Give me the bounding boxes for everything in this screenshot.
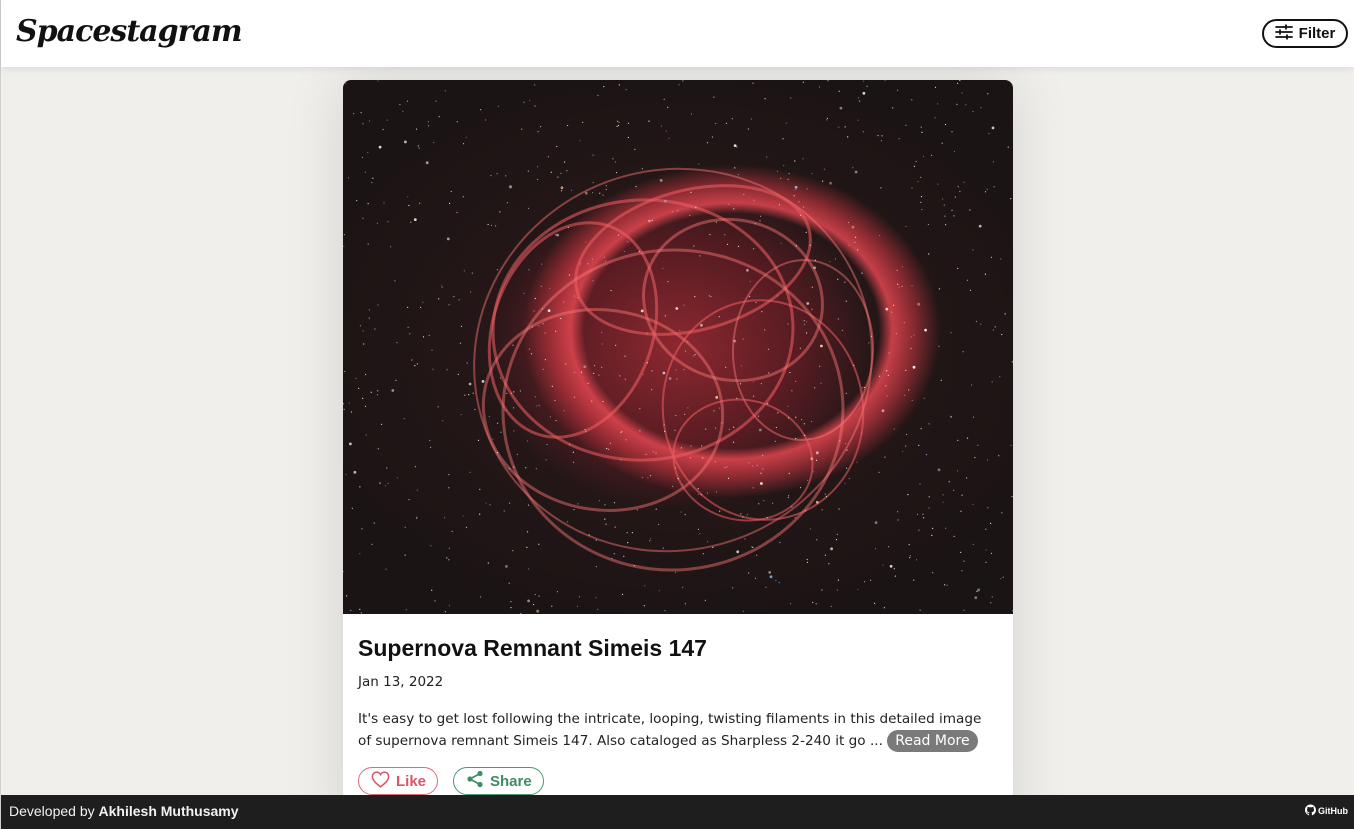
github-icon [1305, 804, 1316, 818]
nebula-art [343, 80, 1013, 614]
share-button[interactable]: Share [453, 767, 544, 795]
app-header: Spacestagram Filter [1, 0, 1354, 67]
share-icon [466, 770, 484, 792]
footer-credit: Developed by Akhilesh Muthusamy [9, 803, 239, 819]
github-link[interactable]: GitHub [1305, 804, 1348, 818]
supernova-remnant-photo [343, 80, 1013, 614]
sliders-icon [1274, 24, 1293, 44]
filter-button[interactable]: Filter [1262, 19, 1348, 48]
post-card: Supernova Remnant Simeis 147 Jan 13, 202… [343, 80, 1013, 795]
post-description: It's easy to get lost following the intr… [358, 708, 998, 752]
app-footer: Developed by Akhilesh Muthusamy GitHub [1, 795, 1354, 829]
post-feed[interactable]: Supernova Remnant Simeis 147 Jan 13, 202… [1, 67, 1354, 795]
brand-logo[interactable]: Spacestagram [16, 14, 243, 49]
post-title: Supernova Remnant Simeis 147 [358, 635, 707, 661]
read-more-button[interactable]: Read More [887, 730, 978, 752]
github-label: GitHub [1318, 806, 1348, 816]
share-label: Share [490, 772, 532, 790]
heart-icon [371, 770, 390, 792]
author-link[interactable]: Akhilesh Muthusamy [99, 803, 239, 819]
filter-label: Filter [1298, 25, 1336, 42]
like-button[interactable]: Like [358, 767, 439, 795]
post-date: Jan 13, 2022 [358, 674, 444, 690]
like-label: Like [396, 772, 427, 790]
developed-by-text: Developed by [9, 803, 95, 819]
